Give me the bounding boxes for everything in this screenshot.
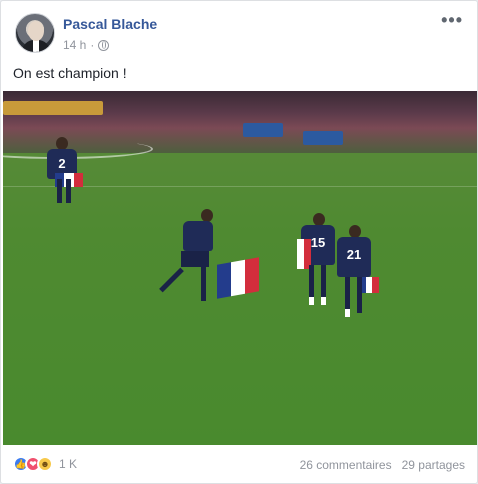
reactions-summary[interactable]: 👍 ❤ ☻ 1 K — [13, 456, 77, 472]
ad-board — [303, 131, 343, 145]
meta-separator: · — [90, 38, 95, 52]
post-footer: 👍 ❤ ☻ 1 K 26 commentaires 29 partages — [13, 453, 465, 477]
post-stats: 26 commentaires 29 partages — [300, 458, 465, 472]
jersey-number: 21 — [337, 237, 371, 277]
more-options-icon[interactable]: ••• — [441, 11, 463, 29]
post-header: Pascal Blache 14 h · ••• — [13, 11, 467, 55]
post-message: On est champion ! — [13, 65, 127, 81]
ad-board — [243, 123, 283, 137]
post-photo[interactable]: 2 15 21 — [3, 91, 477, 445]
post-time[interactable]: 14 h — [63, 38, 86, 52]
post-meta: 14 h · — [63, 38, 110, 52]
reaction-count: 1 K — [59, 457, 78, 471]
pitch-line — [3, 139, 153, 159]
post-card: Pascal Blache 14 h · ••• On est champion… — [0, 0, 478, 484]
author-name[interactable]: Pascal Blache — [63, 16, 157, 32]
avatar[interactable] — [15, 13, 55, 53]
ad-board — [3, 101, 103, 115]
comments-link[interactable]: 26 commentaires — [300, 458, 392, 472]
globe-icon[interactable] — [98, 39, 110, 51]
haha-icon: ☻ — [37, 456, 53, 472]
shares-link[interactable]: 29 partages — [402, 458, 465, 472]
